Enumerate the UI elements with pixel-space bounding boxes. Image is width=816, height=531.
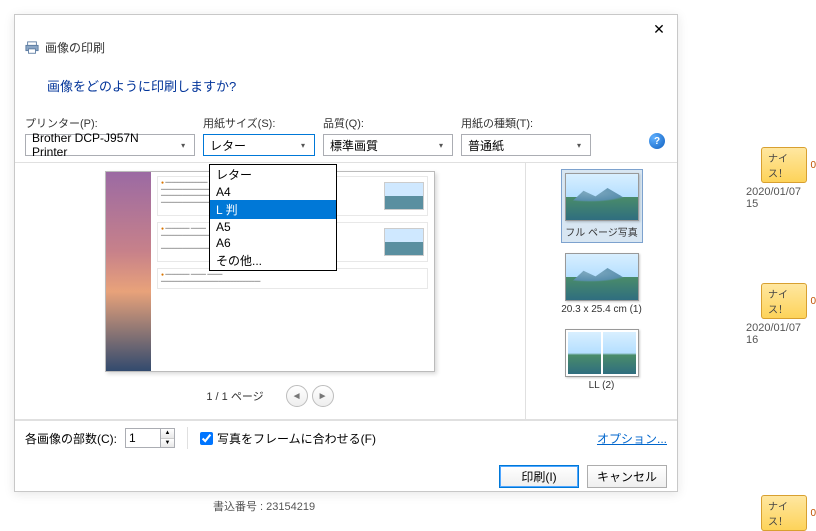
paper-size-option[interactable]: レター (210, 165, 336, 184)
dialog-title: 画像の印刷 (45, 39, 105, 56)
layout-label: LL (2) (589, 380, 615, 391)
layout-label: 20.3 x 25.4 cm (1) (561, 304, 642, 315)
paper-size-option[interactable]: その他... (210, 251, 336, 270)
printer-icon (25, 41, 39, 55)
cancel-button[interactable]: キャンセル (587, 465, 667, 488)
fit-frame-label: 写真をフレームに合わせる(F) (217, 430, 376, 447)
prev-page-button[interactable]: ◄ (286, 385, 308, 407)
printer-select[interactable]: Brother DCP-J957N Printer ▾ (25, 134, 195, 156)
copies-up[interactable]: ▲ (161, 429, 174, 439)
quality-select[interactable]: 標準画質 ▾ (323, 134, 453, 156)
nice-count: 0 (810, 508, 816, 519)
printer-label: プリンター(P): (25, 115, 195, 131)
options-link[interactable]: オプション... (597, 430, 667, 447)
chevron-down-icon: ▾ (175, 137, 191, 153)
chevron-down-icon: ▾ (295, 137, 311, 153)
print-pictures-dialog: ✕ 画像の印刷 画像をどのように印刷しますか? プリンター(P): Brothe… (14, 14, 678, 492)
layout-full-page[interactable]: フル ページ写真 (561, 169, 643, 243)
layout-list[interactable]: フル ページ写真 20.3 x 25.4 cm (1) LL (2) (525, 163, 677, 419)
paper-size-label: 用紙サイズ(S): (203, 115, 315, 131)
next-page-button[interactable]: ► (312, 385, 334, 407)
layout-thumb (565, 329, 639, 377)
copies-spinner[interactable]: ▲ ▼ (125, 428, 175, 448)
post-code: 書込番号 : 23154219 (213, 498, 315, 514)
copies-input[interactable] (126, 429, 160, 447)
layout-20-25[interactable]: 20.3 x 25.4 cm (1) (557, 249, 646, 319)
dialog-question: 画像をどのように印刷しますか? (15, 62, 677, 109)
copies-down[interactable]: ▼ (161, 439, 174, 448)
chevron-down-icon: ▾ (571, 137, 587, 153)
timestamp: 2020/01/07 16 (746, 322, 816, 346)
help-icon[interactable]: ? (649, 133, 665, 149)
fit-frame-checkbox[interactable]: 写真をフレームに合わせる(F) (200, 430, 376, 447)
quality-label: 品質(Q): (323, 115, 453, 131)
layout-ll-2[interactable]: LL (2) (561, 325, 643, 395)
paper-size-dropdown: レター A4 L 判 A5 A6 その他... (209, 164, 337, 271)
layout-thumb (565, 173, 639, 221)
paper-type-label: 用紙の種類(T): (461, 115, 591, 131)
nice-count: 0 (810, 160, 816, 171)
layout-label: フル ページ写真 (565, 224, 638, 239)
paper-size-option[interactable]: A6 (210, 235, 336, 251)
copies-label: 各画像の部数(C): (25, 430, 117, 447)
paper-size-select[interactable]: レター ▾ (203, 134, 315, 156)
timestamp: 2020/01/07 15 (746, 186, 816, 210)
print-button[interactable]: 印刷(I) (499, 465, 579, 488)
nice-button[interactable]: ナイス！ (761, 283, 807, 319)
close-button[interactable]: ✕ (649, 19, 669, 39)
layout-thumb (565, 253, 639, 301)
paper-size-option[interactable]: A5 (210, 219, 336, 235)
paper-size-option[interactable]: L 判 (210, 200, 336, 219)
pager-text: 1 / 1 ページ (206, 388, 263, 404)
fit-frame-input[interactable] (200, 432, 213, 445)
nice-button[interactable]: ナイス！ (761, 147, 807, 183)
paper-size-option[interactable]: A4 (210, 184, 336, 200)
chevron-down-icon: ▾ (433, 137, 449, 153)
nice-count: 0 (810, 296, 816, 307)
paper-type-select[interactable]: 普通紙 ▾ (461, 134, 591, 156)
nice-button[interactable]: ナイス！ (761, 495, 807, 531)
